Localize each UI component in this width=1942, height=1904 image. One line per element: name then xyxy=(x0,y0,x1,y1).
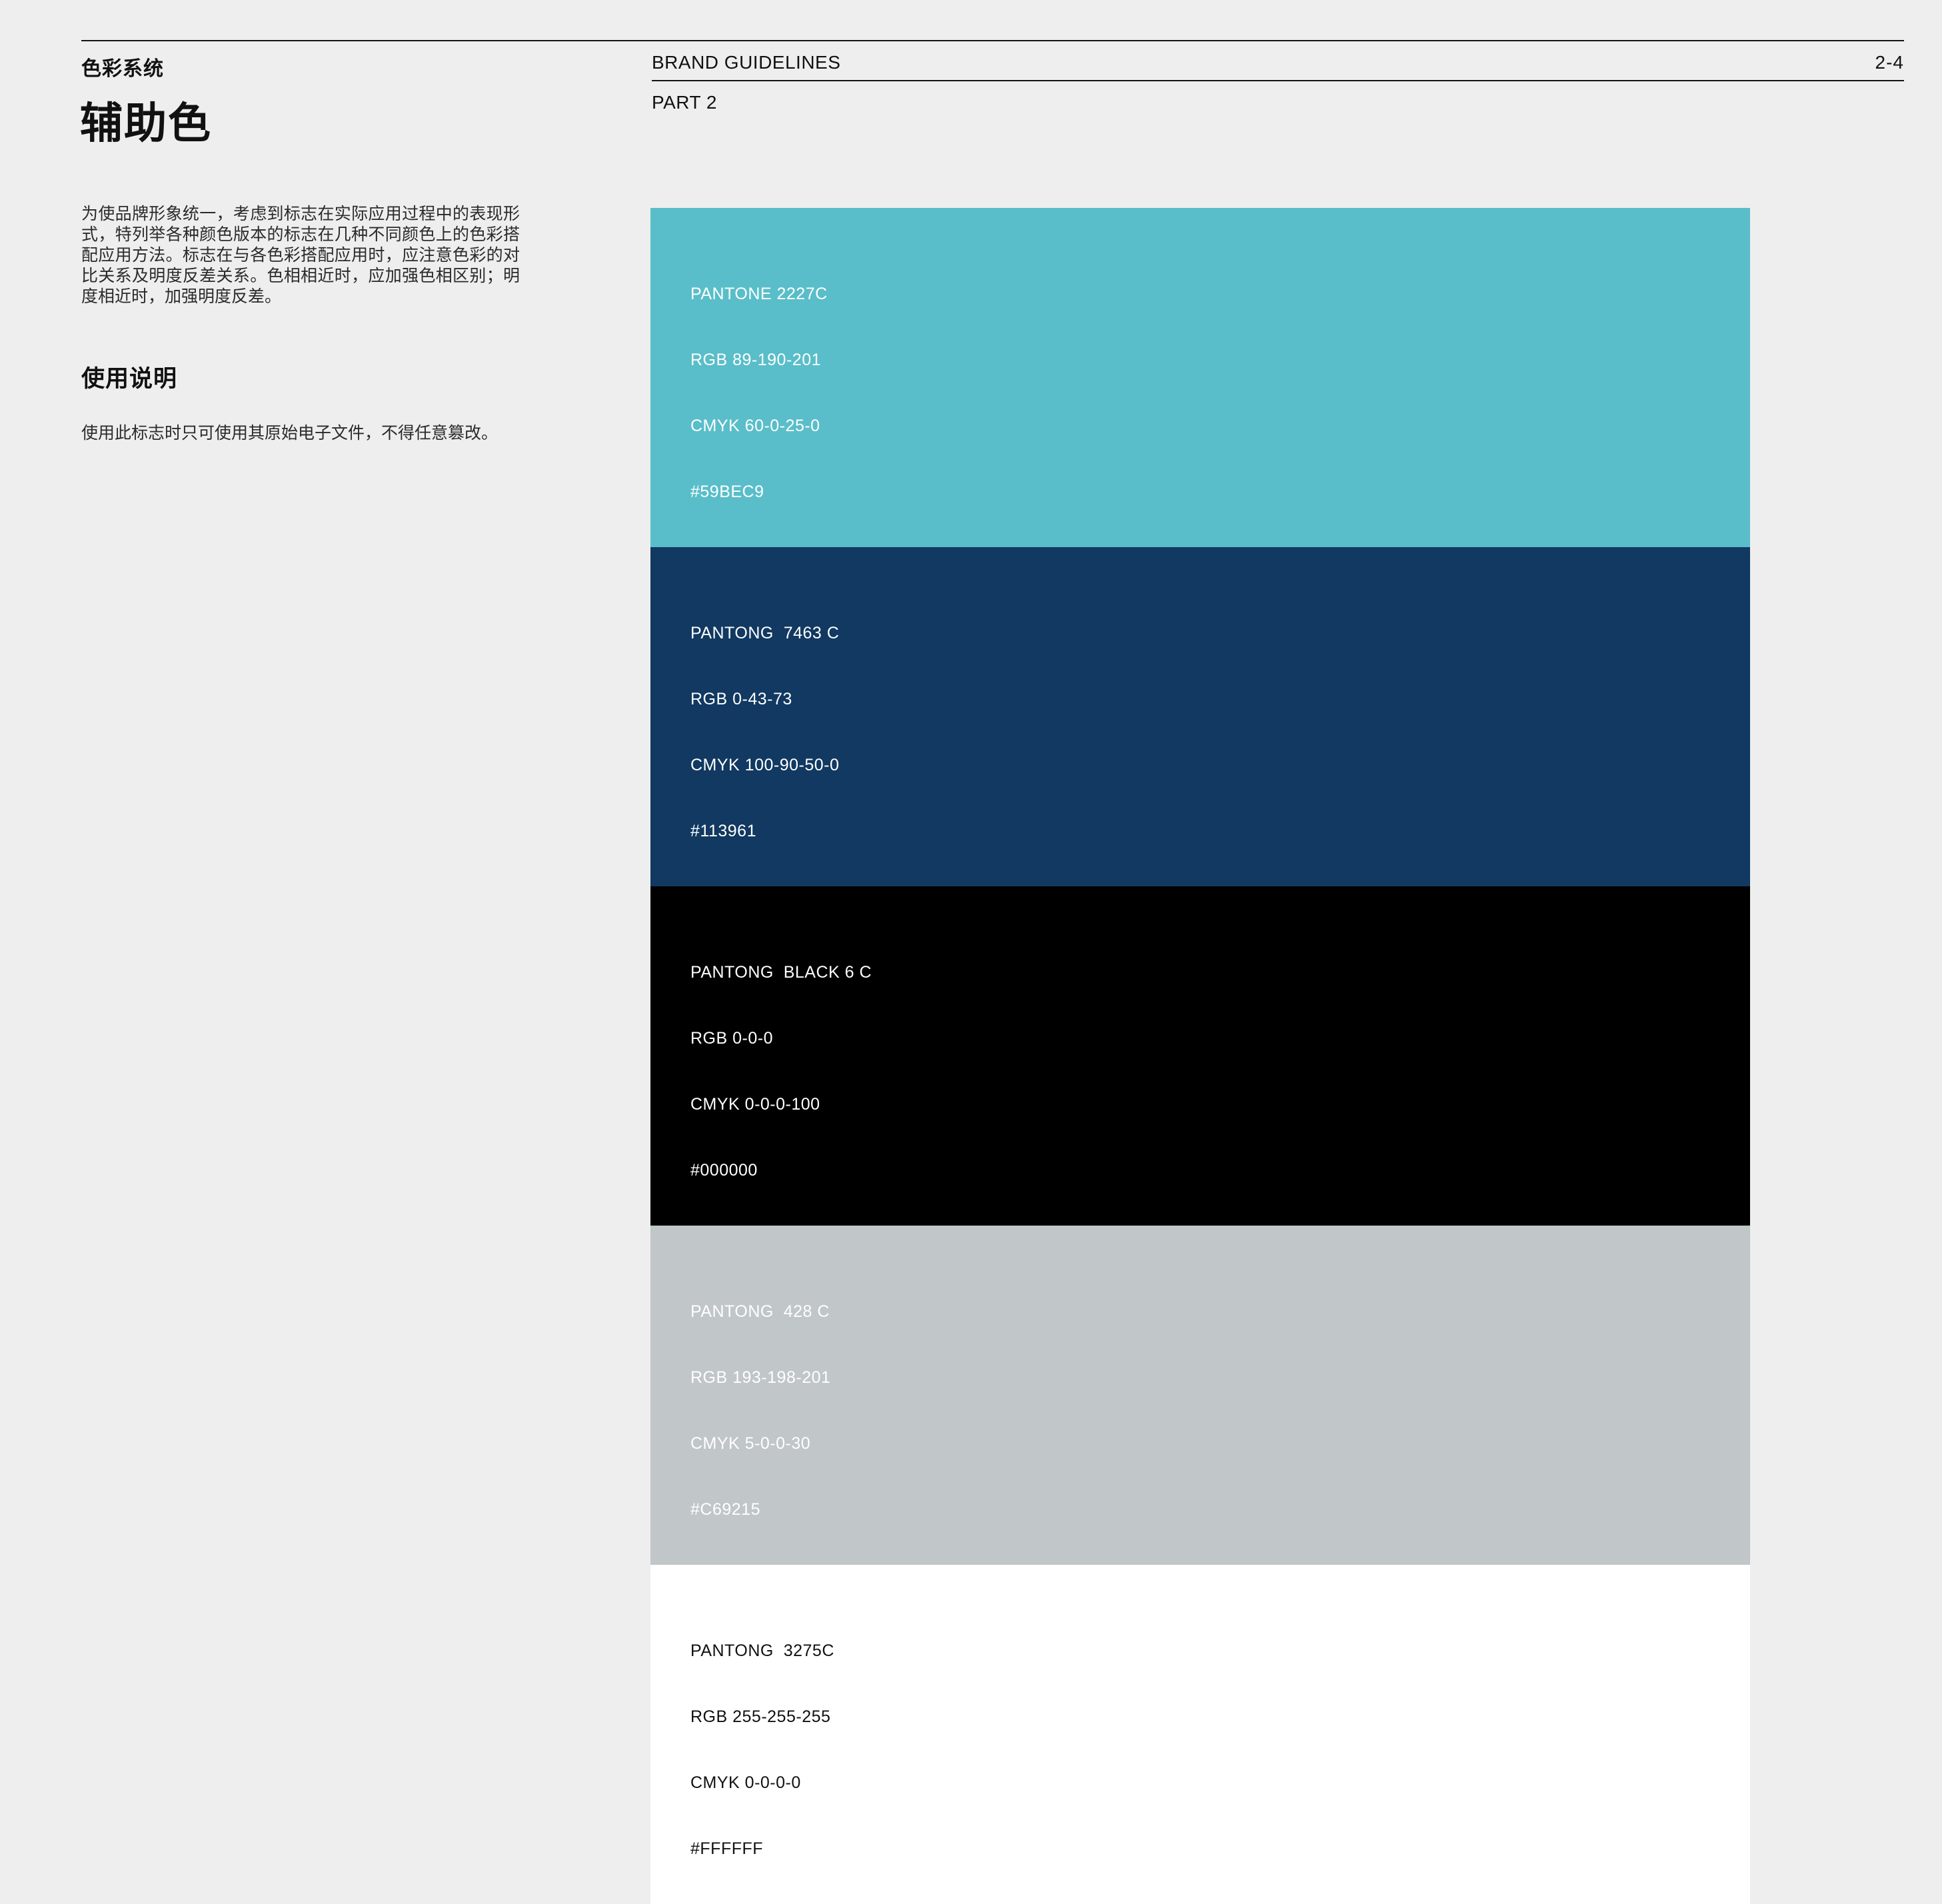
swatch-info: PANTONE 2227C RGB 89-190-201 CMYK 60-0-2… xyxy=(650,208,1750,547)
swatch-hex: #FFFFFF xyxy=(690,1838,1750,1860)
swatch-cmyk: CMYK 5-0-0-30 xyxy=(690,1433,1750,1455)
top-divider-rule xyxy=(81,40,1904,41)
swatch-hex: #000000 xyxy=(690,1160,1750,1182)
color-swatch-black: PANTONG BLACK 6 C RGB 0-0-0 CMYK 0-0-0-1… xyxy=(650,886,1750,1226)
header-divider-rule xyxy=(652,80,1904,81)
swatch-cmyk: CMYK 100-90-50-0 xyxy=(690,754,1750,776)
swatch-rgb: RGB 193-198-201 xyxy=(690,1367,1750,1389)
page-title: 辅助色 xyxy=(80,89,212,151)
usage-note: 使用此标志时只可使用其原始电子文件，不得任意篡改。 xyxy=(81,420,498,444)
swatch-rgb: RGB 255-255-255 xyxy=(690,1706,1750,1728)
page-number: 2-4 xyxy=(1875,52,1904,73)
color-swatch-navy: PANTONG 7463 C RGB 0-43-73 CMYK 100-90-5… xyxy=(650,547,1750,886)
swatch-cmyk: CMYK 0-0-0-100 xyxy=(690,1094,1750,1116)
usage-heading: 使用说明 xyxy=(81,360,177,394)
document-title: BRAND GUIDELINES xyxy=(652,52,840,73)
color-swatch-panel: PANTONE 2227C RGB 89-190-201 CMYK 60-0-2… xyxy=(650,208,1750,962)
swatch-info: PANTONG 3275C RGB 255-255-255 CMYK 0-0-0… xyxy=(650,1565,1750,1904)
section-label: 色彩系统 xyxy=(81,52,164,81)
part-label: PART 2 xyxy=(652,92,717,113)
swatch-pantone: PANTONE 2227C xyxy=(690,283,1750,305)
swatch-rgb: RGB 0-43-73 xyxy=(690,688,1750,710)
swatch-rgb: RGB 0-0-0 xyxy=(690,1028,1750,1050)
swatch-info: PANTONG BLACK 6 C RGB 0-0-0 CMYK 0-0-0-1… xyxy=(650,886,1750,1226)
swatch-cmyk: CMYK 60-0-25-0 xyxy=(690,415,1750,437)
swatch-rgb: RGB 89-190-201 xyxy=(690,349,1750,371)
color-swatch-white: PANTONG 3275C RGB 255-255-255 CMYK 0-0-0… xyxy=(650,1565,1750,1904)
swatch-cmyk: CMYK 0-0-0-0 xyxy=(690,1772,1750,1794)
swatch-hex: #C69215 xyxy=(690,1499,1750,1521)
swatch-pantone: PANTONG 7463 C xyxy=(690,622,1750,644)
swatch-info: PANTONG 7463 C RGB 0-43-73 CMYK 100-90-5… xyxy=(650,547,1750,886)
swatch-hex: #113961 xyxy=(690,820,1750,842)
intro-paragraph: 为使品牌形象统一，考虑到标志在实际应用过程中的表现形式，特列举各种颜色版本的标志… xyxy=(81,204,520,307)
swatch-hex: #59BEC9 xyxy=(690,481,1750,503)
color-swatch-gray: PANTONG 428 C RGB 193-198-201 CMYK 5-0-0… xyxy=(650,1226,1750,1565)
swatch-pantone: PANTONG 428 C xyxy=(690,1301,1750,1323)
swatch-pantone: PANTONG 3275C xyxy=(690,1640,1750,1662)
brand-guidelines-page: 色彩系统 辅助色 为使品牌形象统一，考虑到标志在实际应用过程中的表现形式，特列举… xyxy=(0,0,1942,1103)
swatch-pantone: PANTONG BLACK 6 C xyxy=(690,962,1750,984)
swatch-info: PANTONG 428 C RGB 193-198-201 CMYK 5-0-0… xyxy=(650,1226,1750,1565)
color-swatch-teal: PANTONE 2227C RGB 89-190-201 CMYK 60-0-2… xyxy=(650,208,1750,547)
